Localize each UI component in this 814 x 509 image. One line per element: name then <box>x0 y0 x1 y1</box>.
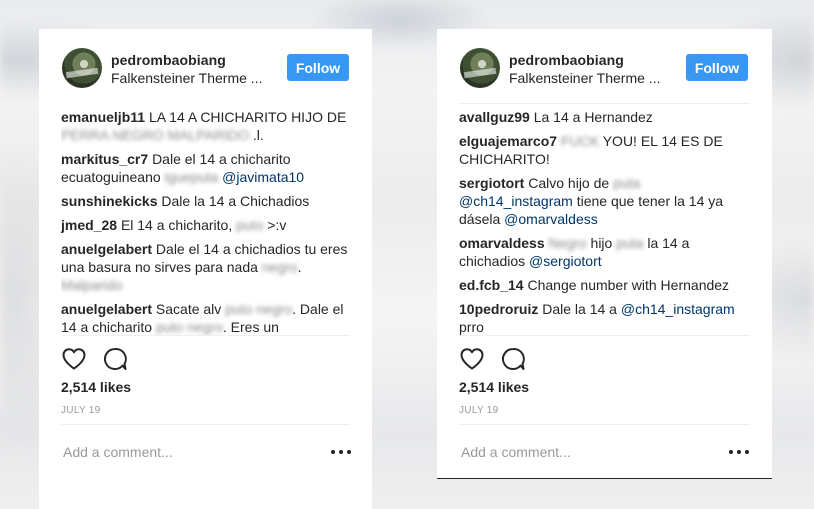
divider <box>459 335 750 336</box>
censored-text: negro <box>261 259 298 275</box>
post-header: pedrombaobiang Falkensteiner Therme ... … <box>437 29 772 104</box>
comment-username[interactable]: omarvaldess <box>459 235 545 251</box>
divider <box>459 424 750 425</box>
post-date[interactable]: JULY 19 <box>61 405 101 416</box>
comment-text: Dale la 14 a <box>542 301 621 317</box>
comment-item: emanueljb11 LA 14 A CHICHARITO HIJO DE P… <box>61 108 350 144</box>
more-options-icon[interactable] <box>729 443 749 461</box>
dot <box>745 450 749 454</box>
post-location[interactable]: Falkensteiner Therme ... <box>509 70 660 86</box>
follow-button[interactable]: Follow <box>686 54 748 81</box>
heart-icon[interactable] <box>61 346 87 372</box>
censored-text: puto <box>236 217 264 233</box>
comment-username[interactable]: markitus_cr7 <box>61 151 148 167</box>
comment-item: markitus_cr7 Dale el 14 a chicharito ecu… <box>61 150 350 186</box>
comment-item: sergiotort Calvo hijo de puta @ch14_inst… <box>459 174 750 228</box>
comment-text: hijo <box>586 235 617 251</box>
comment-text: El 14 a chicharito, <box>120 217 237 233</box>
post-date[interactable]: JULY 19 <box>459 405 499 416</box>
add-comment-input[interactable]: Add a comment... <box>461 444 571 460</box>
comment-username[interactable]: jmed_28 <box>61 217 117 233</box>
dot <box>737 450 741 454</box>
comment-item: sunshinekicks Dale la 14 a Chichadios <box>61 192 350 210</box>
censored-text: Malparido <box>61 277 123 293</box>
post-card-left: pedrombaobiang Falkensteiner Therme ... … <box>39 29 372 509</box>
comment-username[interactable]: sergiotort <box>459 175 524 191</box>
comment-username[interactable]: anuelgelabert <box>61 301 152 317</box>
post-card-right: pedrombaobiang Falkensteiner Therme ... … <box>437 29 772 479</box>
dot <box>347 450 351 454</box>
mention-link[interactable]: @ch14_instagram <box>621 301 735 317</box>
more-options-icon[interactable] <box>331 443 351 461</box>
mention-link[interactable]: @javimata10 <box>222 169 304 185</box>
comment-text: >:v <box>263 217 287 233</box>
comment-list: avallguz99 La 14 a Hernandez elguajemarco… <box>459 103 750 335</box>
comment-item: anuelgelabert Sacate alv puto negro. Dal… <box>61 300 350 335</box>
comment-username[interactable]: avallguz99 <box>459 109 530 125</box>
comment-item: avallguz99 La 14 a Hernandez <box>459 108 750 126</box>
avatar[interactable] <box>460 48 500 88</box>
mention-link[interactable]: @omarvaldess <box>504 211 598 227</box>
divider <box>61 335 350 336</box>
dot <box>729 450 733 454</box>
censored-text: puto negro <box>155 319 223 335</box>
comment-username[interactable]: elguajemarco7 <box>459 133 557 149</box>
comment-text: Dale la 14 a Chichadios <box>161 193 310 209</box>
comment-text: Sacate alv <box>155 301 226 317</box>
comment-item: ed.fcb_14 Change number with Hernandez <box>459 276 750 294</box>
dot <box>339 450 343 454</box>
censored-text: FUCK <box>560 133 600 149</box>
comment-text: La 14 a Hernandez <box>533 109 653 125</box>
comment-username[interactable]: 10pedroruiz <box>459 301 538 317</box>
likes-count[interactable]: 2,514 likes <box>61 379 131 395</box>
comment-item: anuelgelabert Dale el 14 a chichadios tu… <box>61 240 350 294</box>
censored-text: PERRA NEGRO MALPARIDO <box>61 127 250 143</box>
censored-text: puta <box>613 175 641 191</box>
comment-text: . <box>297 259 302 275</box>
comment-item: omarvaldess Negro hijo puta la 14 a chic… <box>459 234 750 270</box>
censored-text: Negro <box>548 235 587 251</box>
comment-text: Change number with Hernandez <box>527 277 730 293</box>
divider <box>61 424 350 425</box>
comment-username[interactable]: sunshinekicks <box>61 193 158 209</box>
comment-item: elguajemarco7 FUCK YOU! EL 14 ES DE CHIC… <box>459 132 750 168</box>
comment-list: emanueljb11 LA 14 A CHICHARITO HIJO DE P… <box>61 103 350 335</box>
follow-button[interactable]: Follow <box>287 54 349 81</box>
comment-text: .l. <box>249 127 264 143</box>
add-comment-input[interactable]: Add a comment... <box>63 444 173 460</box>
post-username[interactable]: pedrombaobiang <box>509 52 624 68</box>
heart-icon[interactable] <box>459 346 485 372</box>
dot <box>331 450 335 454</box>
comment-text: prro <box>459 319 484 335</box>
likes-count[interactable]: 2,514 likes <box>459 379 529 395</box>
post-username[interactable]: pedrombaobiang <box>111 52 226 68</box>
comment-text: . Eres un <box>222 319 279 335</box>
comment-item: 10pedroruiz Dale la 14 a @ch14_instagram… <box>459 300 750 335</box>
speech-bubble-icon[interactable] <box>102 346 128 372</box>
mention-link[interactable]: @sergiotort <box>529 253 602 269</box>
comment-username[interactable]: emanueljb11 <box>61 109 145 125</box>
post-location[interactable]: Falkensteiner Therme ... <box>111 70 262 86</box>
censored-text: puta <box>616 235 644 251</box>
censored-text: puto negro <box>225 301 293 317</box>
comment-text: LA 14 A CHICHARITO HIJO DE <box>148 109 347 125</box>
comment-text: Calvo hijo de <box>528 175 614 191</box>
speech-bubble-icon[interactable] <box>500 346 526 372</box>
comment-item: jmed_28 El 14 a chicharito, puto >:v <box>61 216 350 234</box>
mention-link[interactable]: @ch14_instagram <box>459 193 573 209</box>
comment-username[interactable]: ed.fcb_14 <box>459 277 524 293</box>
comment-username[interactable]: anuelgelabert <box>61 241 152 257</box>
avatar[interactable] <box>62 48 102 88</box>
post-header: pedrombaobiang Falkensteiner Therme ... … <box>39 29 372 104</box>
censored-text: igueputa <box>164 169 219 185</box>
